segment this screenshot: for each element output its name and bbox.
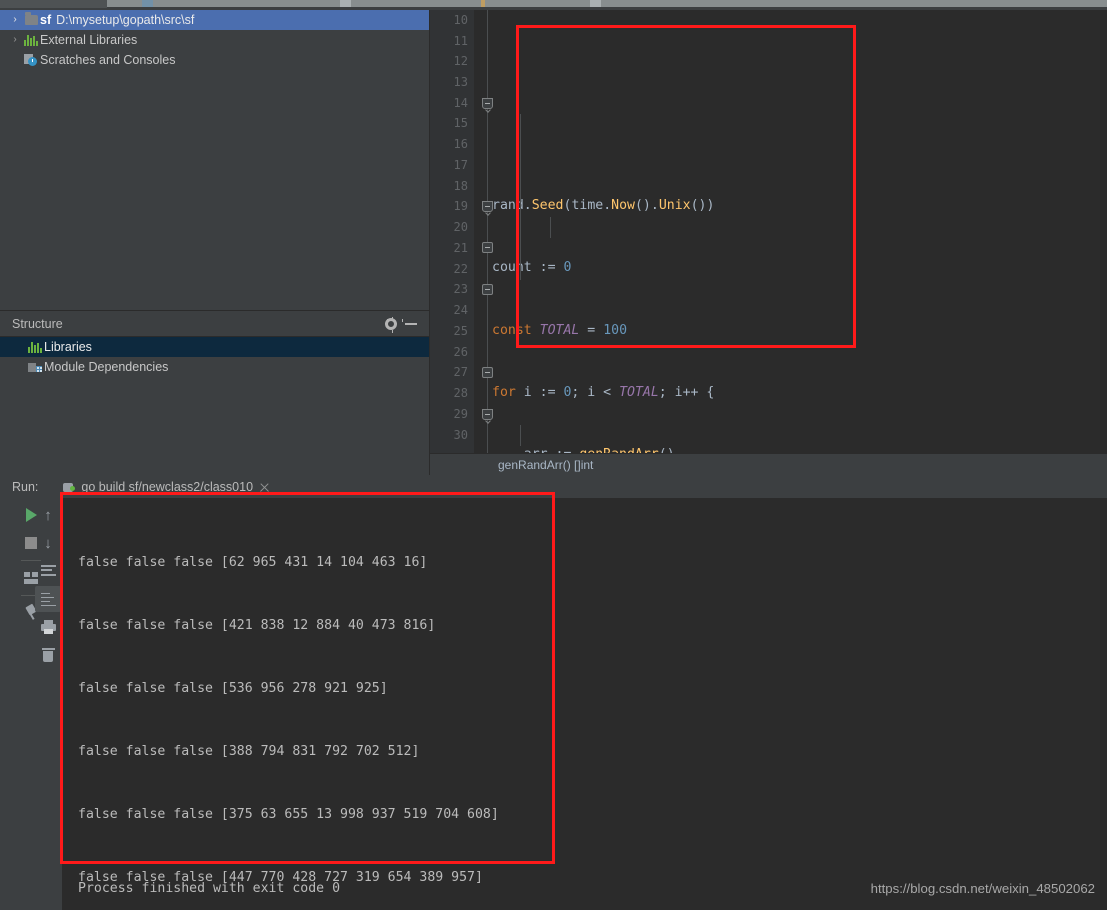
line-number: 20 xyxy=(453,220,468,234)
soft-wrap-icon xyxy=(40,565,56,577)
run-tab-title: go build sf/newclass2/class010 xyxy=(81,480,254,494)
print-icon xyxy=(40,620,56,634)
line-number: 25 xyxy=(453,324,468,338)
arrow-up-icon: ↑ xyxy=(44,506,52,524)
folder-icon xyxy=(22,12,40,25)
console-output[interactable]: false false false [62 965 431 14 104 463… xyxy=(62,498,1107,910)
console-line: false false false [388 794 831 792 702 5… xyxy=(78,744,420,759)
minimize-icon[interactable] xyxy=(401,314,421,334)
toolbar-icon-4[interactable] xyxy=(590,0,601,7)
run-configuration-icon xyxy=(62,481,76,494)
ide-window: › sf D:\mysetup\gopath\src\sf › External… xyxy=(0,0,1107,910)
up-the-stack-trace-button[interactable]: ↑ xyxy=(35,502,61,528)
run-window-header: Run: go build sf/newclass2/class010 xyxy=(0,476,1107,498)
console-line: false false false [421 838 12 884 40 473… xyxy=(78,618,436,633)
line-number: 17 xyxy=(453,158,468,172)
libraries-bars-icon xyxy=(26,341,44,353)
arrow-down-icon: ↓ xyxy=(44,534,52,552)
line-number: 13 xyxy=(453,75,468,89)
tree-item-name: sf xyxy=(40,13,52,27)
down-the-stack-trace-button[interactable]: ↓ xyxy=(35,530,61,556)
tree-item-scratches-and-consoles[interactable]: Scratches and Consoles xyxy=(0,50,429,70)
code-line-12: count := 0 xyxy=(492,260,572,276)
code-line-13: const TOTAL = 100 xyxy=(492,322,628,338)
line-number: 16 xyxy=(453,137,468,151)
structure-item-label: Libraries xyxy=(44,340,92,354)
line-number: 12 xyxy=(453,54,468,68)
tree-item-label: External Libraries xyxy=(40,33,138,47)
tree-item-external-libraries[interactable]: › External Libraries xyxy=(0,30,429,50)
chevron-right-icon[interactable]: › xyxy=(8,35,22,45)
libraries-bars-icon xyxy=(22,34,40,46)
run-label: Run: xyxy=(12,480,39,494)
line-number: 29 xyxy=(453,407,468,421)
clear-all-button[interactable] xyxy=(35,642,61,668)
toolbar-left-block xyxy=(0,0,107,8)
line-number: 19 xyxy=(453,199,468,213)
line-number: 30 xyxy=(453,428,468,442)
toolbar-icon-1[interactable] xyxy=(142,0,153,7)
line-number: 26 xyxy=(453,345,468,359)
toolbar-strip-background xyxy=(107,0,1107,7)
line-number: 18 xyxy=(453,179,468,193)
editor-breadcrumb[interactable]: genRandArr() []int xyxy=(430,453,1107,476)
editor-gutter[interactable]: 10 11 12 13 14 15 16 17 18 19 20 21 22 2… xyxy=(430,10,474,460)
chevron-right-icon[interactable]: › xyxy=(8,15,22,25)
scroll-to-end-icon xyxy=(40,592,56,607)
code-line-14: for i := 0; i < TOTAL; i++ { xyxy=(492,384,715,400)
structure-item-label: Module Dependencies xyxy=(44,360,169,374)
toolbar-icon-2[interactable] xyxy=(340,0,351,7)
indent-guide xyxy=(550,217,551,238)
editor-text[interactable]: rand.Seed(time.Now().Unix()) count := 0 … xyxy=(492,10,1107,896)
console-line: false false false [62 965 431 14 104 463… xyxy=(78,555,428,570)
print-button[interactable] xyxy=(35,614,61,640)
top-toolbar-strip xyxy=(0,0,1107,10)
structure-header: Structure xyxy=(0,311,429,337)
project-tool-window: › sf D:\mysetup\gopath\src\sf › External… xyxy=(0,10,430,310)
line-number: 14 xyxy=(453,96,468,110)
scroll-to-end-button[interactable] xyxy=(35,586,61,612)
line-number: 28 xyxy=(453,386,468,400)
run-tool-window: Run: go build sf/newclass2/class010 ↑ ↓ … xyxy=(0,476,1107,910)
breadcrumb-label: genRandArr() []int xyxy=(498,458,594,472)
line-number: 24 xyxy=(453,303,468,317)
indent-guide xyxy=(520,114,521,280)
console-line: false false false [375 63 655 13 998 937… xyxy=(78,807,499,822)
line-number: 15 xyxy=(453,116,468,130)
structure-title: Structure xyxy=(12,316,63,331)
line-number: 10 xyxy=(453,13,468,27)
line-number: 22 xyxy=(453,262,468,276)
structure-item-module-dependencies[interactable]: Module Dependencies xyxy=(0,357,429,377)
tree-item-label: Scratches and Consoles xyxy=(40,53,176,67)
console-line: false false false [536 956 278 921 925] xyxy=(78,681,388,696)
scratches-icon xyxy=(22,54,40,66)
toolbar-icon-3[interactable] xyxy=(481,0,485,7)
tree-item-sf[interactable]: › sf D:\mysetup\gopath\src\sf xyxy=(0,10,429,30)
structure-item-libraries[interactable]: Libraries xyxy=(0,337,429,357)
close-icon[interactable] xyxy=(259,482,270,493)
line-number: 27 xyxy=(453,365,468,379)
process-finished-message: Process finished with exit code 0 xyxy=(78,881,341,896)
run-tab[interactable]: go build sf/newclass2/class010 xyxy=(62,480,270,494)
trash-icon xyxy=(41,647,55,663)
line-number: 23 xyxy=(453,282,468,296)
code-line-11: rand.Seed(time.Now().Unix()) xyxy=(492,198,715,214)
run-toolbar-right: ↑ ↓ xyxy=(34,498,62,910)
structure-tool-window: Structure Libraries Module Dependencies xyxy=(0,310,430,475)
indent-guide xyxy=(520,425,521,446)
line-number: 21 xyxy=(453,241,468,255)
gear-icon[interactable] xyxy=(381,314,401,334)
tree-item-path: D:\mysetup\gopath\src\sf xyxy=(56,13,195,27)
module-dependencies-icon xyxy=(26,362,44,373)
watermark-url: https://blog.csdn.net/weixin_48502062 xyxy=(870,881,1095,896)
code-editor[interactable]: 10 11 12 13 14 15 16 17 18 19 20 21 22 2… xyxy=(430,10,1107,896)
fold-guide-line xyxy=(487,10,488,460)
line-number: 11 xyxy=(453,34,468,48)
soft-wrap-button[interactable] xyxy=(35,558,61,584)
